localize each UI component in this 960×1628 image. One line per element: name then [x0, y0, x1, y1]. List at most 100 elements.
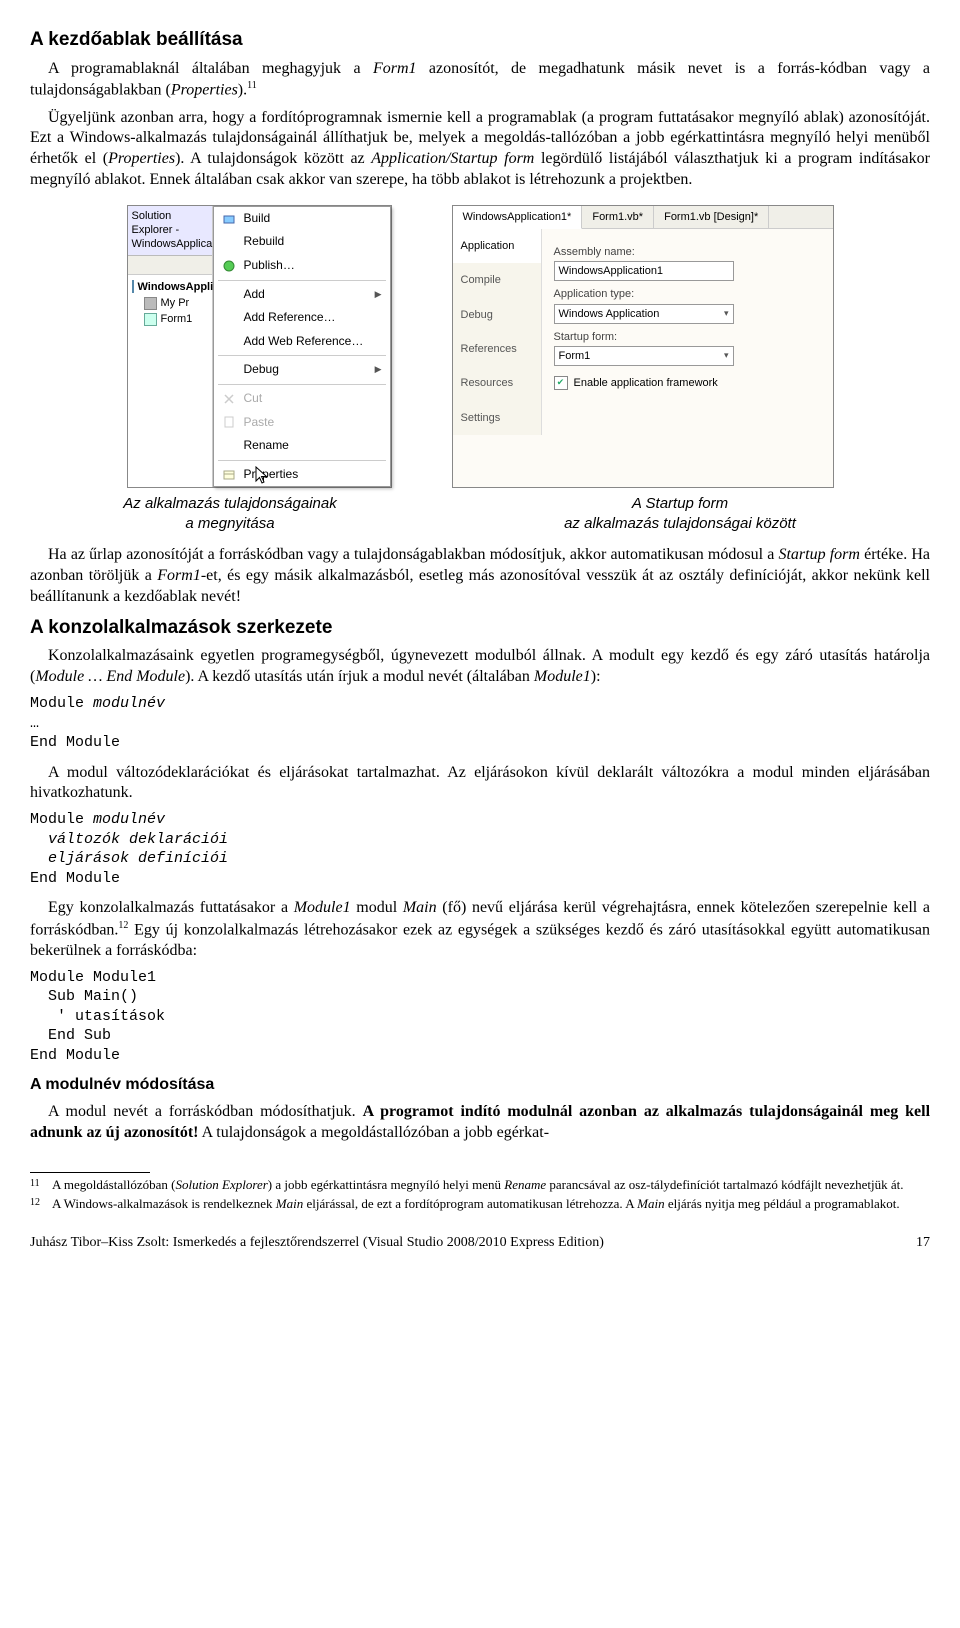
caption-right: A Startup form az alkalmazás tulajdonság…: [430, 494, 930, 533]
code-block-module-decls: Module modulnév változók deklarációi elj…: [30, 810, 930, 888]
main-ident: Main: [403, 899, 437, 916]
paragraph-3: Ha az űrlap azonosítóját a forráskódban …: [30, 545, 930, 607]
properties-ident: Properties: [171, 82, 238, 99]
rebuild-icon: [222, 235, 236, 249]
dropdown-startup-form[interactable]: Form1▾: [554, 346, 734, 366]
footnote-num-12: 12: [30, 1196, 42, 1213]
blank-icon: [222, 439, 236, 453]
menu-add[interactable]: Add▶: [214, 283, 390, 307]
text: ):: [591, 668, 601, 685]
tab-windowsapp[interactable]: WindowsApplication1*: [453, 206, 583, 229]
menu-add-web-reference[interactable]: Add Web Reference…: [214, 330, 390, 354]
menu-rebuild[interactable]: Rebuild: [214, 230, 390, 254]
menu-build[interactable]: Build: [214, 207, 390, 231]
caption-left: Az alkalmazás tulajdonságainak a megnyit…: [30, 494, 430, 533]
text: Egy új konzolalkalmazás létrehozásakor e…: [30, 921, 930, 959]
text: A modul nevét a forráskódban módosíthatj…: [48, 1103, 363, 1120]
paragraph-4: Konzolalkalmazásaink egyetlen programegy…: [30, 646, 930, 688]
checkbox-enable-framework[interactable]: ✔: [554, 376, 568, 390]
tree-item-myproject[interactable]: My Pr: [130, 295, 210, 311]
properties-form: Assembly name: WindowsApplication1 Appli…: [542, 229, 833, 435]
mouse-cursor-icon: [255, 466, 271, 486]
code-block-module-skeleton: Module modulnév … End Module: [30, 694, 930, 753]
menu-separator: [218, 460, 386, 461]
module1-ident: Module1: [534, 668, 591, 685]
paragraph-7: A modul nevét a forráskódban módosíthatj…: [30, 1102, 930, 1144]
captions-row: Az alkalmazás tulajdonságainak a megnyit…: [30, 494, 930, 533]
label-startup-form: Startup form:: [554, 330, 821, 344]
heading-start-settings: A kezdőablak beállítása: [30, 28, 930, 53]
context-menu: Build Rebuild Publish… Add▶ Add Referenc…: [213, 206, 391, 488]
chevron-down-icon: ▾: [724, 308, 729, 320]
properties-icon: [222, 468, 236, 482]
menu-properties[interactable]: Properties: [214, 463, 390, 487]
form1-ident: Form1: [373, 60, 417, 77]
build-icon: [222, 212, 236, 226]
publish-icon: [222, 259, 236, 273]
text: modul: [351, 899, 403, 916]
blank-icon: [222, 287, 236, 301]
heading-module-rename: A modulnév módosítása: [30, 1075, 930, 1096]
footnote-text-11: A megoldástallózóban (Solution Explorer)…: [52, 1177, 903, 1194]
label-application-type: Application type:: [554, 287, 821, 301]
startup-form-ident: Startup form: [778, 546, 860, 563]
footnote-rule: [30, 1172, 150, 1173]
footnote-num-11: 11: [30, 1177, 42, 1194]
dropdown-application-type[interactable]: Windows Application▾: [554, 304, 734, 324]
footnote-ref-11: 11: [247, 80, 257, 91]
label-enable-framework: Enable application framework: [574, 376, 718, 390]
module1-ident: Module1: [294, 899, 351, 916]
input-assembly-name[interactable]: WindowsApplication1: [554, 261, 734, 281]
side-tab-resources[interactable]: Resources: [453, 366, 541, 400]
tabs-row: WindowsApplication1* Form1.vb* Form1.vb …: [453, 206, 833, 229]
menu-separator: [218, 355, 386, 356]
properties-ident: Properties: [108, 150, 175, 167]
tree-root-item[interactable]: WindowsApplication1: [130, 279, 210, 295]
tab-form1-design[interactable]: Form1.vb [Design]*: [654, 206, 769, 228]
tab-form1-vb[interactable]: Form1.vb*: [582, 206, 654, 228]
side-tab-settings[interactable]: Settings: [453, 401, 541, 435]
submenu-arrow-icon: ▶: [375, 364, 382, 376]
heading-console-structure: A konzolalkalmazások szerkezete: [30, 616, 930, 641]
form-icon: [144, 313, 157, 326]
solution-explorer-panel: Solution Explorer - WindowsApplica… Wind…: [128, 206, 213, 488]
paragraph-5: A modul változódeklarációkat és eljáráso…: [30, 763, 930, 805]
footnotes: 11 A megoldástallózóban (Solution Explor…: [30, 1177, 930, 1213]
menu-separator: [218, 384, 386, 385]
paragraph-1: A programablaknál általában meghagyjuk a…: [30, 59, 930, 102]
submenu-arrow-icon: ▶: [375, 289, 382, 301]
app-startup-form-ident: Application/Startup form: [371, 150, 534, 167]
side-tab-application[interactable]: Application: [453, 229, 541, 263]
label-assembly-name: Assembly name:: [554, 245, 821, 259]
solution-explorer-title: Solution Explorer - WindowsApplica…: [128, 206, 212, 256]
paragraph-6: Egy konzolalkalmazás futtatásakor a Modu…: [30, 898, 930, 962]
tree-item-form1[interactable]: Form1: [130, 311, 210, 327]
side-tab-references[interactable]: References: [453, 332, 541, 366]
form1-ident: Form1: [157, 567, 201, 584]
menu-publish[interactable]: Publish…: [214, 254, 390, 278]
menu-separator: [218, 280, 386, 281]
menu-cut: Cut: [214, 387, 390, 411]
text: Egy konzolalkalmazás futtatásakor a: [48, 899, 294, 916]
screenshot-properties-page: WindowsApplication1* Form1.vb* Form1.vb …: [452, 205, 834, 489]
side-tab-debug[interactable]: Debug: [453, 298, 541, 332]
menu-rename[interactable]: Rename: [214, 434, 390, 458]
text: A programablaknál általában meghagyjuk a: [48, 60, 373, 77]
wrench-icon: [144, 297, 157, 310]
paragraph-2: Ügyeljünk azonban arra, hogy a fordítópr…: [30, 108, 930, 191]
blank-icon: [222, 363, 236, 377]
menu-add-reference[interactable]: Add Reference…: [214, 306, 390, 330]
text: ). A tulajdonságok között az: [175, 150, 371, 167]
menu-debug[interactable]: Debug▶: [214, 358, 390, 382]
module-end-ident: Module … End Module: [35, 668, 185, 685]
page-footer: Juhász Tibor–Kiss Zsolt: Ismerkedés a fe…: [30, 1234, 930, 1252]
footnote-12: 12 A Windows-alkalmazások is rendelkezne…: [30, 1196, 930, 1213]
chevron-down-icon: ▾: [724, 350, 729, 362]
project-icon: [132, 280, 134, 293]
side-tab-compile[interactable]: Compile: [453, 263, 541, 297]
footer-author-title: Juhász Tibor–Kiss Zsolt: Ismerkedés a fe…: [30, 1234, 604, 1252]
screenshot-solution-explorer: Solution Explorer - WindowsApplica… Wind…: [127, 205, 392, 489]
text: Ha az űrlap azonosítóját a forráskódban …: [48, 546, 778, 563]
cut-icon: [222, 392, 236, 406]
blank-icon: [222, 311, 236, 325]
